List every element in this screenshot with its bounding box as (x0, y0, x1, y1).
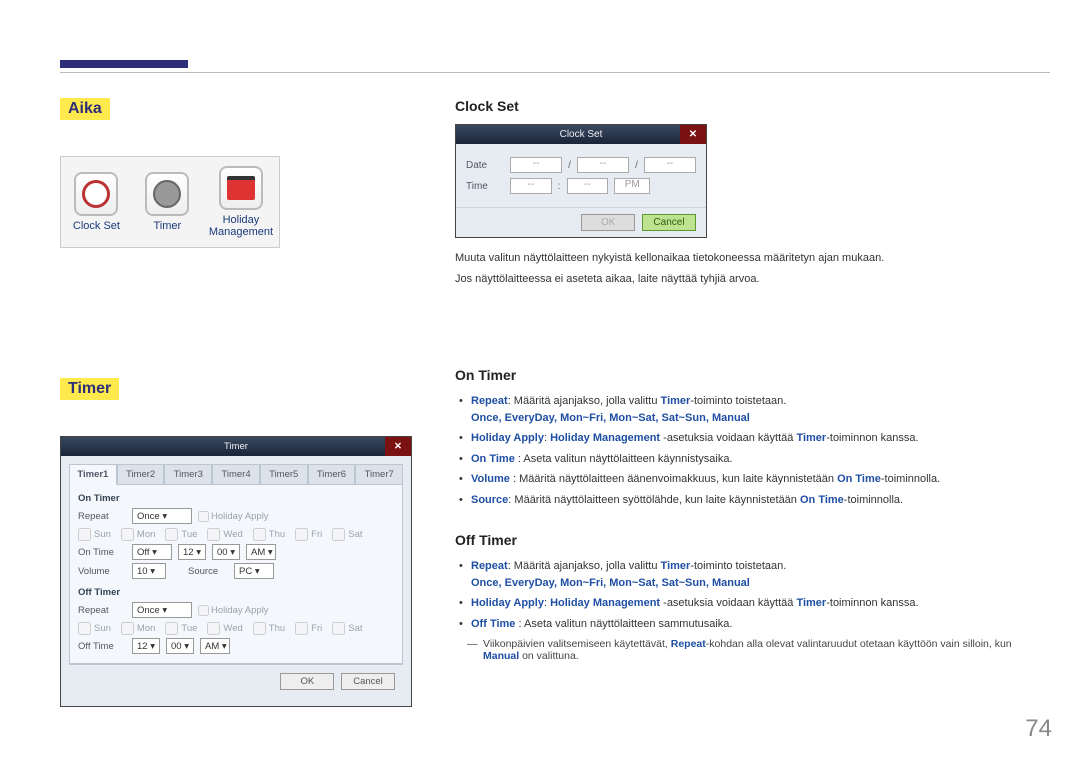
on-repeat-select[interactable]: Once ▾ (132, 508, 192, 524)
off-ampm-select[interactable]: AM ▾ (200, 638, 230, 654)
on-holiday-apply-bullet: Holiday Apply: Holiday Management -asetu… (455, 430, 1040, 447)
volume-select[interactable]: 10 ▾ (132, 563, 166, 579)
timer-tabs: Timer1 Timer2 Timer3 Timer4 Timer5 Timer… (69, 464, 403, 485)
off-hour-select[interactable]: 12 ▾ (132, 638, 160, 654)
clock-set-dialog-title: Clock Set (560, 129, 603, 140)
timer-icon (145, 172, 189, 216)
on-time-state-select[interactable]: Off ▾ (132, 544, 172, 560)
on-hour-select[interactable]: 12 ▾ (178, 544, 206, 560)
clockset-text-2: Jos näyttölaitteessa ei aseteta aikaa, l… (455, 271, 1040, 288)
day-sun: Sun (78, 528, 111, 541)
date-3-input[interactable]: -- (644, 157, 696, 173)
off-repeat-label: Repeat (78, 605, 126, 616)
volume-label: Volume (78, 566, 126, 577)
volume-bullet: Volume : Määritä näyttölaitteen äänenvoi… (455, 471, 1040, 488)
time-label: Time (466, 181, 504, 192)
section-heading-aika: Aika (60, 98, 110, 120)
date-label: Date (466, 160, 504, 171)
clockset-text-1: Muuta valitun näyttölaitteen nykyistä ke… (455, 250, 1040, 267)
aika-icon-panel: Clock Set Timer Holiday Management (60, 156, 280, 248)
day-fri: Fri (295, 528, 322, 541)
off-repeat-select[interactable]: Once ▾ (132, 602, 192, 618)
close-icon[interactable]: ✕ (680, 125, 706, 144)
off-timer-heading: Off Timer (78, 587, 394, 598)
tab-timer5[interactable]: Timer5 (260, 464, 308, 485)
clock-icon (74, 172, 118, 216)
timer-dialog-title: Timer (224, 441, 248, 452)
cancel-button[interactable]: Cancel (341, 673, 395, 690)
on-time-bullet: On Time : Aseta valitun näyttölaitteen k… (455, 451, 1040, 468)
footnote: Viikonpäivien valitsemiseen käytettävät,… (455, 638, 1040, 662)
time-m-input[interactable]: -- (567, 178, 609, 194)
off-repeat-bullet: Repeat: Määritä ajanjakso, jolla valittu… (455, 558, 1040, 591)
on-timer-heading: On Timer (455, 367, 1040, 383)
day-mon: Mon (121, 528, 155, 541)
header-divider (60, 72, 1050, 73)
on-ampm-select[interactable]: AM ▾ (246, 544, 276, 560)
off-timer-heading: Off Timer (455, 532, 1040, 548)
day-tue: Tue (165, 528, 197, 541)
clock-set-label: Clock Set (73, 220, 120, 232)
accent-bar (60, 60, 188, 68)
clock-set-dialog: Clock Set ✕ Date -- / -- / -- Time -- : … (455, 124, 707, 238)
on-min-select[interactable]: 00 ▾ (212, 544, 240, 560)
section-heading-timer: Timer (60, 378, 119, 400)
source-bullet: Source: Määritä näyttölaitteen syöttöläh… (455, 492, 1040, 509)
timer-label: Timer (154, 220, 182, 232)
ok-button[interactable]: OK (280, 673, 334, 690)
tab-timer4[interactable]: Timer4 (212, 464, 260, 485)
tab-timer2[interactable]: Timer2 (117, 464, 165, 485)
timer-tile[interactable]: Timer (132, 157, 203, 247)
time-h-input[interactable]: -- (510, 178, 552, 194)
off-time-label: Off Time (78, 641, 126, 652)
source-select[interactable]: PC ▾ (234, 563, 274, 579)
day-sat: Sat (332, 528, 362, 541)
tab-timer3[interactable]: Timer3 (164, 464, 212, 485)
off-min-select[interactable]: 00 ▾ (166, 638, 194, 654)
page-number: 74 (1025, 715, 1052, 743)
calendar-icon (219, 166, 263, 210)
holiday-tile[interactable]: Holiday Management (203, 157, 279, 247)
clock-set-heading: Clock Set (455, 98, 1040, 114)
off-holiday-apply-check[interactable]: Holiday Apply (198, 605, 269, 616)
on-timer-heading: On Timer (78, 493, 394, 504)
date-2-input[interactable]: -- (577, 157, 629, 173)
on-repeat-bullet: Repeat: Määritä ajanjakso, jolla valittu… (455, 393, 1040, 426)
on-holiday-apply-check[interactable]: Holiday Apply (198, 511, 269, 522)
ok-button[interactable]: OK (581, 214, 635, 231)
close-icon[interactable]: ✕ (385, 437, 411, 456)
tab-timer6[interactable]: Timer6 (308, 464, 356, 485)
day-wed: Wed (207, 528, 242, 541)
off-days-row: Sun Mon Tue Wed Thu Fri Sat (78, 622, 394, 635)
holiday-label: Holiday Management (209, 214, 273, 238)
day-thu: Thu (253, 528, 285, 541)
cancel-button[interactable]: Cancel (642, 214, 696, 231)
source-label: Source (188, 566, 228, 577)
ampm-input[interactable]: PM (614, 178, 650, 194)
clock-set-tile[interactable]: Clock Set (61, 157, 132, 247)
repeat-label: Repeat (78, 511, 126, 522)
on-time-label: On Time (78, 547, 126, 558)
tab-timer7[interactable]: Timer7 (355, 464, 403, 485)
tab-timer1[interactable]: Timer1 (69, 464, 117, 485)
date-1-input[interactable]: -- (510, 157, 562, 173)
off-holiday-apply-bullet: Holiday Apply: Holiday Management -asetu… (455, 595, 1040, 612)
off-time-bullet: Off Time : Aseta valitun näyttölaitteen … (455, 616, 1040, 633)
on-days-row: Sun Mon Tue Wed Thu Fri Sat (78, 528, 394, 541)
timer-dialog: Timer ✕ Timer1 Timer2 Timer3 Timer4 Time… (60, 436, 412, 707)
